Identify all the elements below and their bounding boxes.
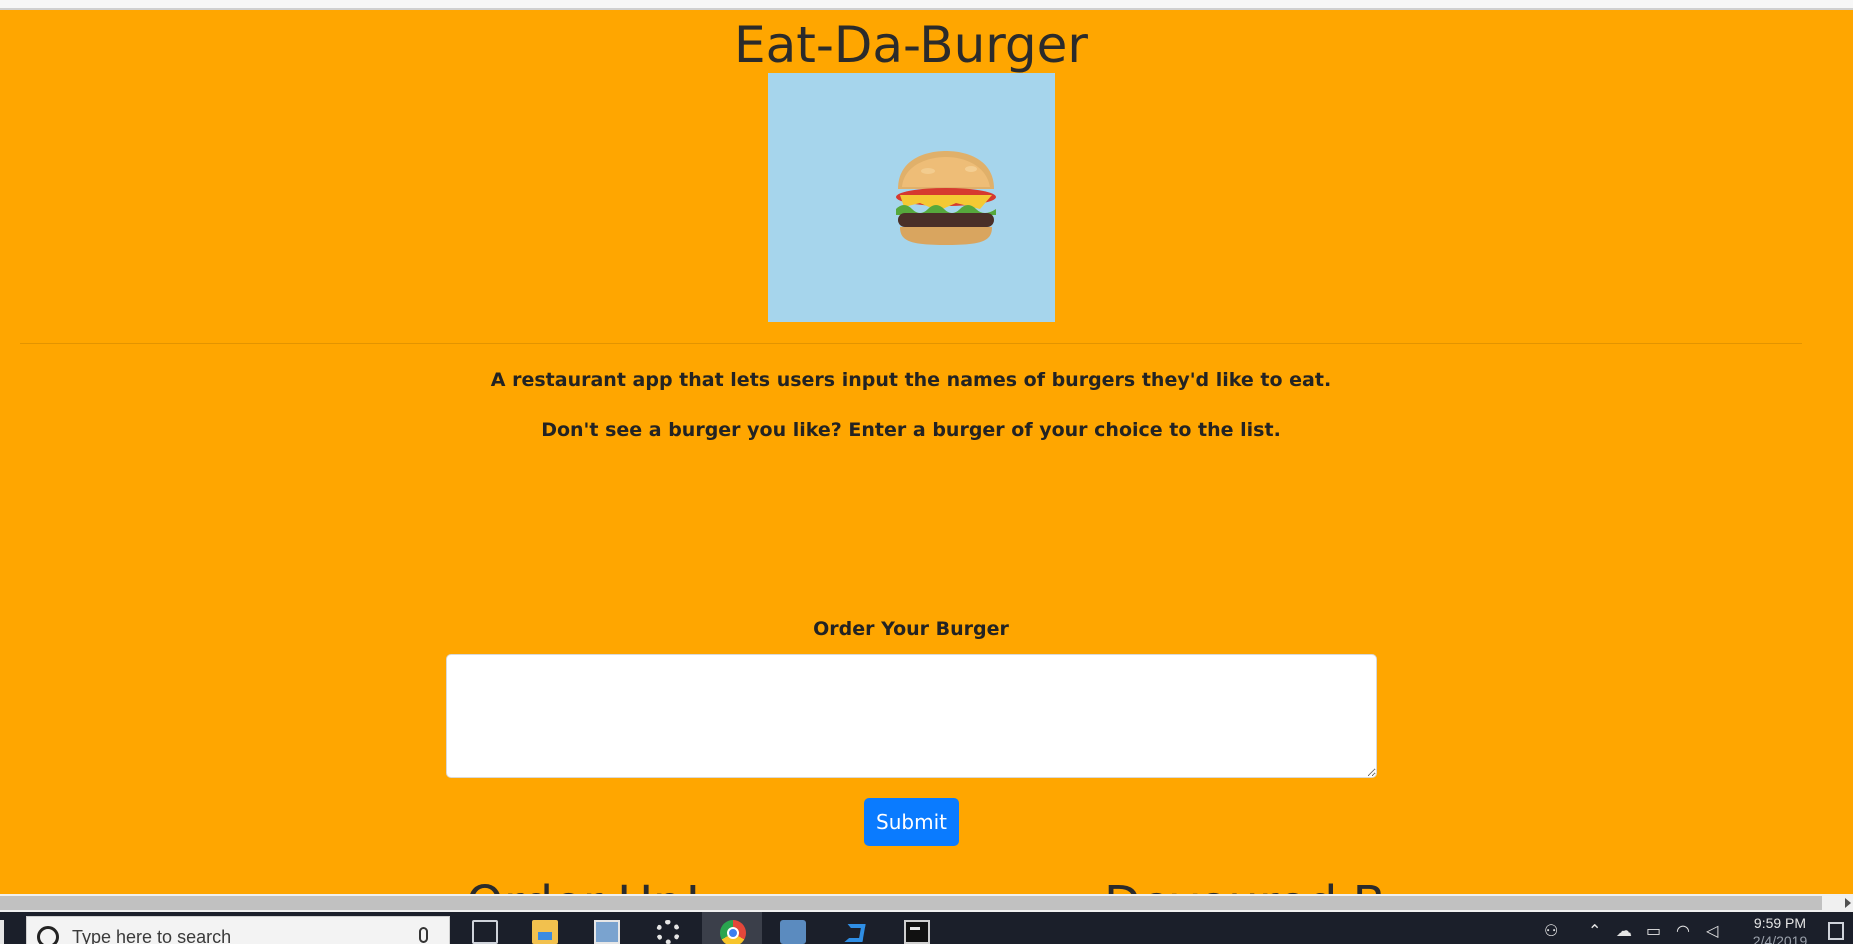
burger-icon <box>896 151 996 245</box>
page-title: Eat-Da-Burger <box>733 16 1088 74</box>
page-content: Eat-Da-Burger A restaurant app that lets… <box>0 10 1853 894</box>
task-view-icon[interactable] <box>472 920 498 944</box>
section-divider <box>20 343 1802 344</box>
file-explorer-icon[interactable] <box>532 920 558 944</box>
clock-time: 9:59 PM <box>1753 915 1807 931</box>
order-label: Order Your Burger <box>813 618 1009 640</box>
windows-taskbar: Type here to search ⚇ ⌃ ☁ ▭ ◠ ◁ 9:59 PM … <box>0 912 1853 944</box>
submit-button[interactable]: Submit <box>864 798 959 846</box>
people-icon[interactable]: ⚇ <box>1544 922 1558 940</box>
start-button[interactable] <box>0 920 4 944</box>
settings-icon[interactable] <box>656 920 680 944</box>
scroll-right-arrow-icon[interactable] <box>1845 898 1851 908</box>
burger-hero-image <box>768 73 1055 322</box>
chrome-icon <box>720 920 746 944</box>
order-up-heading: Order Up! <box>466 880 703 894</box>
browser-top-edge <box>0 0 1853 10</box>
terminal-icon[interactable] <box>904 920 930 944</box>
devoured-heading: Devoured B <box>1104 880 1386 894</box>
contacts-icon[interactable] <box>594 920 620 944</box>
speaker-icon[interactable]: ◁ <box>1706 922 1718 940</box>
search-placeholder: Type here to search <box>72 927 232 944</box>
mysql-workbench-icon[interactable] <box>780 920 806 944</box>
app-description: A restaurant app that lets users input t… <box>490 369 1332 391</box>
clock-date: 2/4/2019 <box>1752 933 1808 944</box>
app-instructions: Don't see a burger you like? Enter a bur… <box>541 419 1281 441</box>
microphone-icon[interactable] <box>419 927 428 943</box>
wifi-icon[interactable]: ◠ <box>1676 922 1690 940</box>
battery-icon[interactable]: ▭ <box>1646 922 1661 940</box>
burger-name-input[interactable] <box>446 654 1377 778</box>
chevron-up-icon[interactable]: ⌃ <box>1588 922 1601 940</box>
notifications-icon[interactable] <box>1828 922 1844 940</box>
vscode-icon[interactable] <box>842 920 866 944</box>
scrollbar-thumb[interactable] <box>0 896 1822 910</box>
chrome-taskbar-item[interactable] <box>702 912 762 944</box>
horizontal-scrollbar[interactable] <box>0 894 1853 912</box>
cortana-search-icon <box>37 926 59 944</box>
taskbar-search[interactable]: Type here to search <box>26 916 450 944</box>
taskbar-clock[interactable]: 9:59 PM 2/4/2019 <box>1740 914 1820 944</box>
onedrive-cloud-icon[interactable]: ☁ <box>1616 922 1632 940</box>
